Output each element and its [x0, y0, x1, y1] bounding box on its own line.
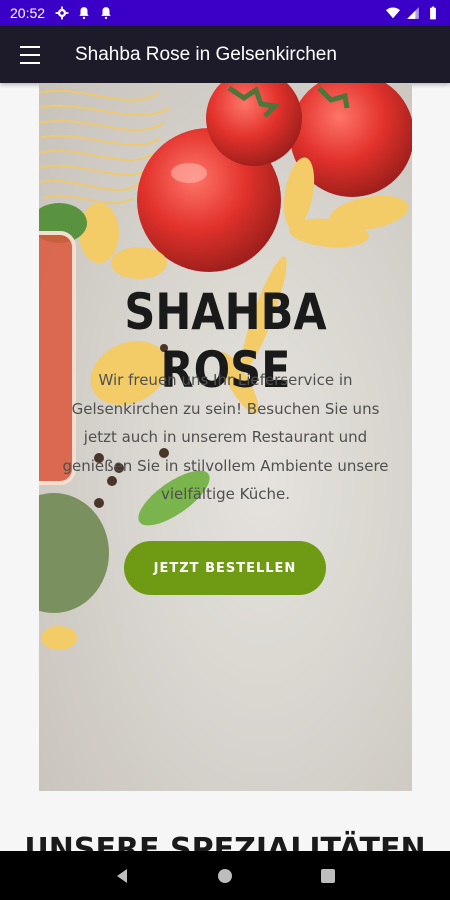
recents-button[interactable] [308, 856, 348, 896]
recents-icon [321, 868, 336, 883]
hero-description: Wir freuen uns Ihr Lieferservice in Gels… [62, 371, 389, 503]
wifi-icon [386, 7, 400, 19]
battery-icon [430, 6, 436, 20]
home-button[interactable] [205, 856, 245, 896]
app-bar: Shahba Rose in Gelsenkirchen [0, 26, 450, 83]
hamburger-menu-icon [20, 43, 40, 67]
back-icon [116, 868, 127, 883]
app-title: Shahba Rose in Gelsenkirchen [75, 43, 337, 65]
bell-icon [101, 7, 111, 20]
back-button[interactable] [102, 856, 142, 896]
signal-icon [407, 7, 419, 19]
gear-icon [55, 6, 69, 20]
status-bar: 20:52 [0, 0, 450, 26]
system-nav-bar [0, 851, 450, 900]
order-now-button[interactable]: JETZT BESTELLEN [124, 541, 326, 595]
home-icon [217, 868, 232, 883]
bell-icon [79, 7, 89, 20]
hero-banner: SHAHBA ROSE Wir freuen uns Ihr Lieferser… [39, 83, 412, 791]
status-time: 20:52 [10, 5, 46, 21]
menu-button[interactable] [0, 26, 60, 83]
